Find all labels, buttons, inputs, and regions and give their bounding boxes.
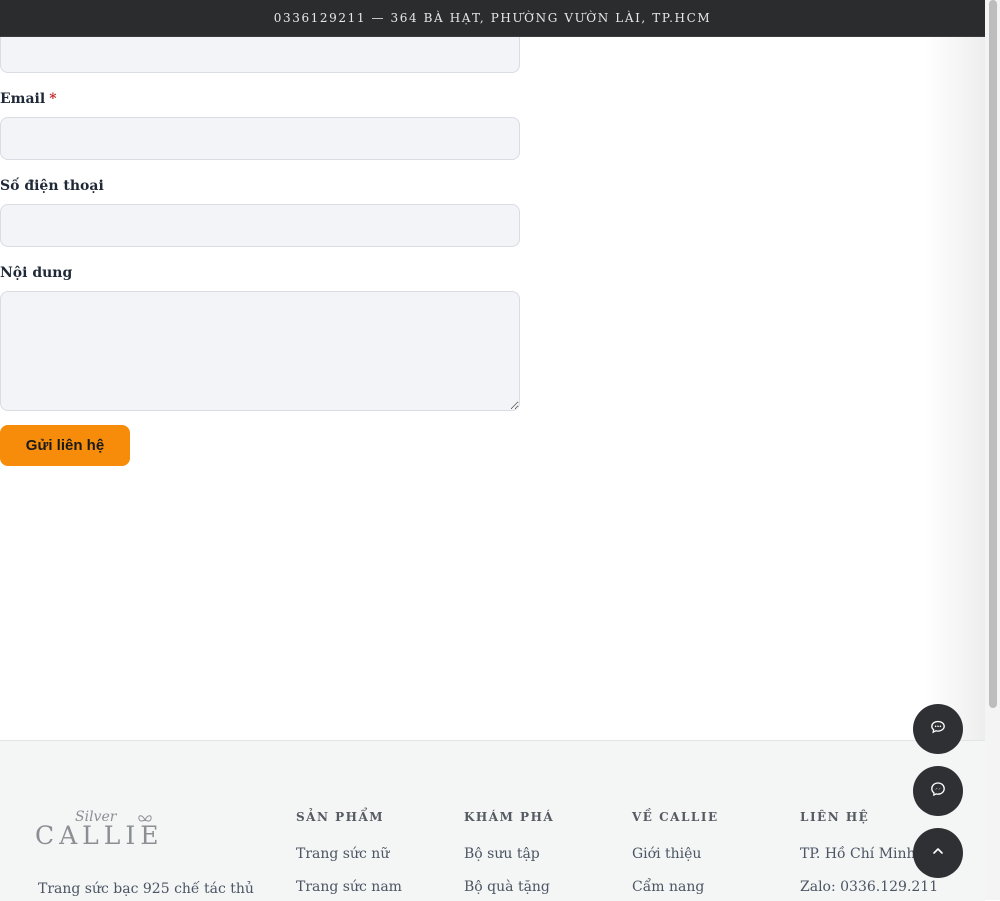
faded-logo: Silver Ò — [76, 58, 161, 73]
email-label: Email * — [0, 91, 57, 107]
contact-info-text: 0336129211 — 364 BÀ HẠT, PHƯỜNG VƯỜN LÀI… — [273, 11, 712, 25]
submit-contact-button[interactable]: Gửi liên hệ — [0, 425, 130, 466]
email-field[interactable] — [0, 117, 520, 160]
phone-field[interactable] — [0, 204, 520, 247]
footer-column-title: LIÊN HỆ — [800, 810, 870, 824]
footer-column-explore: KHÁM PHÁ Bộ sưu tập Bộ quà tặng — [464, 810, 554, 895]
phone-label: Số điện thoại — [0, 178, 104, 194]
messenger-button[interactable] — [913, 766, 963, 816]
footer-link[interactable]: Trang sức nam — [296, 879, 402, 895]
required-asterisk: * — [49, 91, 57, 107]
faded-logo-mark: Ò — [152, 61, 161, 72]
footer-column-products: SẢN PHẨM Trang sức nữ Trang sức nam — [296, 810, 402, 895]
footer-link[interactable]: Giới thiệu — [632, 846, 719, 862]
email-label-text: Email — [0, 91, 46, 107]
footer-tagline: Trang sức bạc 925 chế tác thủ — [38, 881, 254, 897]
footer-column-about: VỀ CALLIE Giới thiệu Cẩm nang — [632, 810, 719, 895]
footer-column-title: KHÁM PHÁ — [464, 810, 555, 824]
scrollbar-thumb[interactable] — [989, 0, 997, 708]
content-label: Nội dung — [0, 265, 73, 281]
footer-logo-text: CALLIE — [35, 821, 164, 850]
footer-column-title: VỀ CALLIE — [632, 810, 719, 824]
footer-link[interactable]: Bộ quà tặng — [464, 879, 554, 895]
chevron-up-icon — [930, 843, 946, 863]
side-shadow — [925, 36, 985, 741]
back-to-top-button[interactable] — [913, 828, 963, 878]
content-textarea[interactable] — [0, 291, 520, 411]
site-footer: Silver CALLIE Trang sức bạc 925 chế tác … — [0, 740, 985, 901]
messenger-icon — [930, 781, 946, 801]
footer-link[interactable]: Zalo: 0336.129.211 — [800, 879, 938, 895]
footer-link[interactable]: Cẩm nang — [632, 879, 719, 895]
footer-link[interactable]: Bộ sưu tập — [464, 846, 554, 862]
top-announcement-bar: 0336129211 — 364 BÀ HẠT, PHƯỜNG VƯỜN LÀI… — [0, 0, 985, 37]
faded-logo-script: Silver — [76, 58, 115, 73]
chat-icon — [930, 719, 946, 739]
footer-column-title: SẢN PHẨM — [296, 810, 385, 824]
page-scrollbar[interactable] — [985, 0, 1000, 900]
chat-button[interactable] — [913, 704, 963, 754]
footer-link[interactable]: Trang sức nữ — [296, 846, 402, 862]
